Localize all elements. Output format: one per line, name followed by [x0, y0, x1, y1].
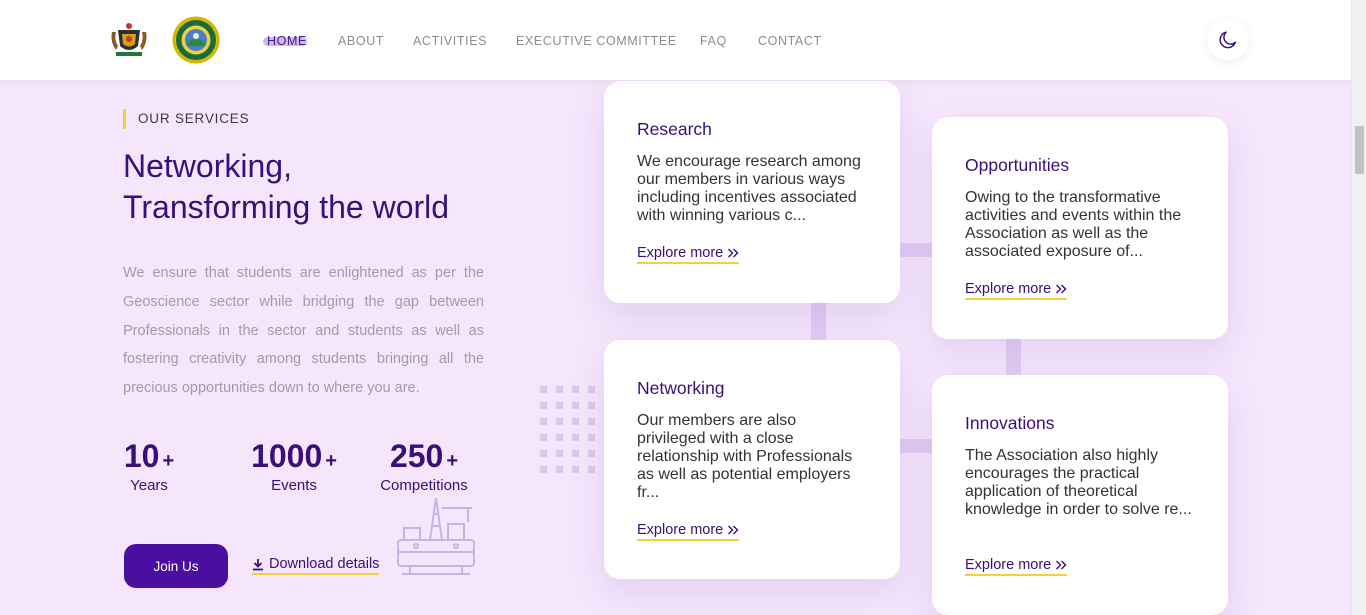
stat-value: 1000: [251, 438, 323, 474]
nav-home[interactable]: HOME: [263, 34, 307, 48]
page-scrollbar[interactable]: [1351, 0, 1366, 615]
nav-contact[interactable]: CONTACT: [758, 34, 822, 48]
nav-faq[interactable]: FAQ: [700, 34, 727, 48]
explore-more-label: Explore more: [637, 245, 724, 261]
stat-label: Competitions: [380, 477, 468, 494]
hero-description: We ensure that students are enlightened …: [123, 265, 484, 397]
card-text: Owing to the transformative activities a…: [965, 189, 1182, 260]
theme-toggle-button[interactable]: [1207, 19, 1249, 61]
section-eyebrow: OUR SERVICES: [123, 109, 249, 129]
double-chevron-right-icon: [1056, 284, 1067, 294]
service-card-research: Research We encourage research among our…: [604, 81, 900, 303]
decor-bar: [900, 243, 932, 257]
join-us-button[interactable]: Join Us: [124, 544, 228, 588]
navbar: HOME ABOUT ACTIVITIES EXECUTIVE COMMITTE…: [0, 0, 1351, 80]
card-title: Opportunities: [965, 155, 1070, 175]
decor-dot-grid: [540, 386, 610, 473]
download-details-label: Download details: [269, 556, 380, 572]
nav-executive-committee[interactable]: EXECUTIVE COMMITTEE: [516, 34, 677, 48]
stat-events: 1000 + Events: [251, 438, 337, 495]
service-card-innovations: Innovations The Association also highly …: [932, 375, 1228, 615]
explore-more-link[interactable]: Explore more: [965, 557, 1068, 576]
stat-value: 250: [389, 438, 444, 474]
card-text: The Association also highly encourages t…: [965, 447, 1192, 518]
double-chevron-right-icon: [728, 525, 739, 535]
oil-rig-illustration: [397, 497, 475, 575]
association-seal-logo[interactable]: [172, 16, 220, 64]
explore-more-link[interactable]: Explore more: [637, 522, 740, 541]
double-chevron-right-icon: [728, 248, 739, 258]
explore-more-label: Explore more: [965, 557, 1052, 573]
card-title: Research: [637, 119, 712, 139]
stat-suffix: +: [325, 450, 337, 472]
explore-more-label: Explore more: [637, 522, 724, 538]
decor-bar: [1006, 339, 1021, 375]
hero-headline: Networking, Transforming the world: [123, 146, 563, 228]
nav-activities[interactable]: ACTIVITIES: [413, 34, 487, 48]
download-icon: [253, 558, 263, 570]
stat-label: Events: [271, 477, 317, 494]
explore-more-link[interactable]: Explore more: [965, 281, 1068, 300]
double-chevron-right-icon: [1056, 560, 1067, 570]
service-card-opportunities: Opportunities Owing to the transformativ…: [932, 117, 1228, 339]
card-title: Networking: [637, 378, 725, 398]
card-title: Innovations: [965, 413, 1055, 433]
decor-bar: [900, 439, 932, 453]
moon-icon: [1219, 31, 1237, 49]
stat-suffix: +: [162, 450, 175, 472]
card-text: We encourage research among our members …: [637, 153, 861, 224]
nav-about[interactable]: ABOUT: [338, 34, 384, 48]
headline-line-1: Networking,: [123, 148, 292, 184]
stat-competitions: 250 + Competitions: [378, 438, 470, 495]
service-card-networking: Networking Our members are also privileg…: [604, 340, 900, 579]
stat-suffix: +: [446, 450, 459, 472]
scrollbar-thumb[interactable]: [1355, 126, 1364, 174]
university-crest-logo[interactable]: [104, 16, 154, 64]
stat-years: 10 + Years: [123, 438, 175, 495]
explore-more-label: Explore more: [965, 281, 1052, 297]
card-text: Our members are also privileged with a c…: [637, 412, 853, 501]
headline-line-2: Transforming the world: [123, 189, 450, 225]
page: HOME ABOUT ACTIVITIES EXECUTIVE COMMITTE…: [0, 0, 1351, 615]
stat-value: 10: [123, 438, 160, 474]
stat-label: Years: [130, 477, 168, 494]
decor-bar: [811, 300, 826, 340]
explore-more-link[interactable]: Explore more: [637, 245, 740, 264]
download-details-link[interactable]: Download details: [252, 556, 380, 575]
